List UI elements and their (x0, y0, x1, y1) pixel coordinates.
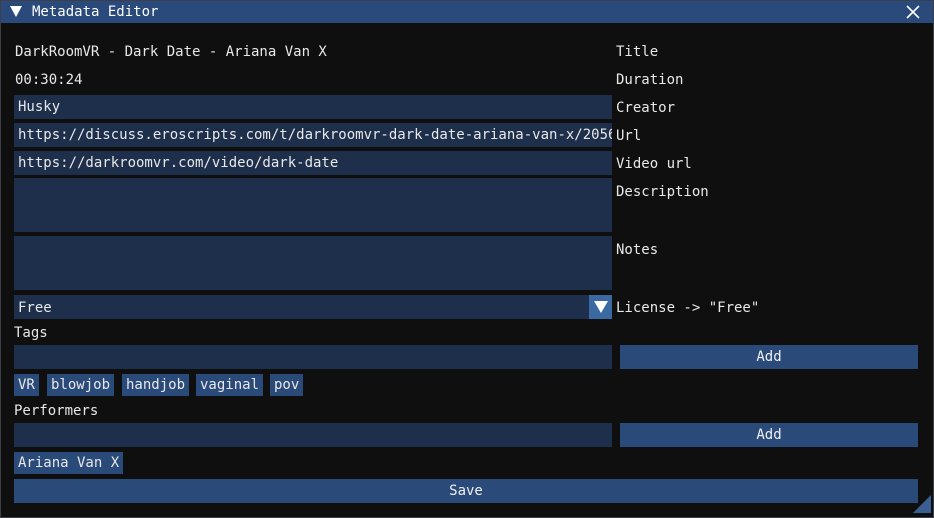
description-textarea[interactable] (14, 178, 612, 232)
chevron-down-icon (594, 301, 608, 313)
url-label: Url (616, 128, 642, 144)
creator-field-box (14, 95, 612, 119)
resize-grip-icon[interactable] (913, 495, 931, 513)
title-value: DarkRoomVR - Dark Date - Ariana Van X (15, 44, 327, 60)
license-label: License -> "Free" (616, 300, 760, 316)
save-button[interactable]: Save (14, 479, 918, 503)
duration-value: 00:30:24 (15, 72, 83, 88)
license-combo-button[interactable] (589, 295, 612, 319)
tag-chip[interactable]: pov (270, 374, 304, 396)
window-titlebar[interactable]: Metadata Editor (1, 1, 933, 23)
notes-textarea[interactable] (14, 236, 612, 290)
performer-input[interactable] (14, 423, 612, 447)
video-url-label: Video url (616, 156, 692, 172)
tag-chip[interactable]: handjob (122, 374, 190, 396)
performer-chip[interactable]: Ariana Van X (14, 452, 124, 474)
creator-label: Creator (616, 100, 676, 116)
window-title: Metadata Editor (32, 4, 159, 20)
notes-field-box (14, 236, 612, 290)
url-input[interactable] (14, 123, 612, 147)
tag-input[interactable] (14, 345, 612, 369)
description-label: Description (616, 184, 709, 200)
description-field-box (14, 178, 612, 232)
tag-chip[interactable]: VR (14, 374, 39, 396)
tags-heading: Tags (14, 325, 48, 341)
notes-label: Notes (616, 242, 659, 258)
duration-label: Duration (616, 72, 684, 88)
performers-heading: Performers (14, 403, 99, 419)
performer-input-box (14, 423, 612, 447)
tag-chip[interactable]: vaginal (196, 374, 264, 396)
license-combo[interactable]: Free (14, 295, 589, 319)
url-field-box (14, 123, 612, 147)
tag-chip[interactable]: blowjob (47, 374, 115, 396)
license-combo-value: Free (18, 300, 52, 316)
video-url-field-box (14, 151, 612, 175)
add-performer-button[interactable]: Add (620, 423, 918, 447)
creator-input[interactable] (14, 95, 612, 119)
add-tag-button[interactable]: Add (620, 345, 918, 369)
video-url-input[interactable] (14, 151, 612, 175)
title-label: Title (616, 44, 659, 60)
collapse-triangle-icon[interactable] (10, 6, 22, 17)
close-icon[interactable] (905, 4, 921, 20)
metadata-editor-window: Metadata Editor DarkRoomVR - Dark Date -… (0, 0, 934, 518)
tag-input-box (14, 345, 612, 369)
